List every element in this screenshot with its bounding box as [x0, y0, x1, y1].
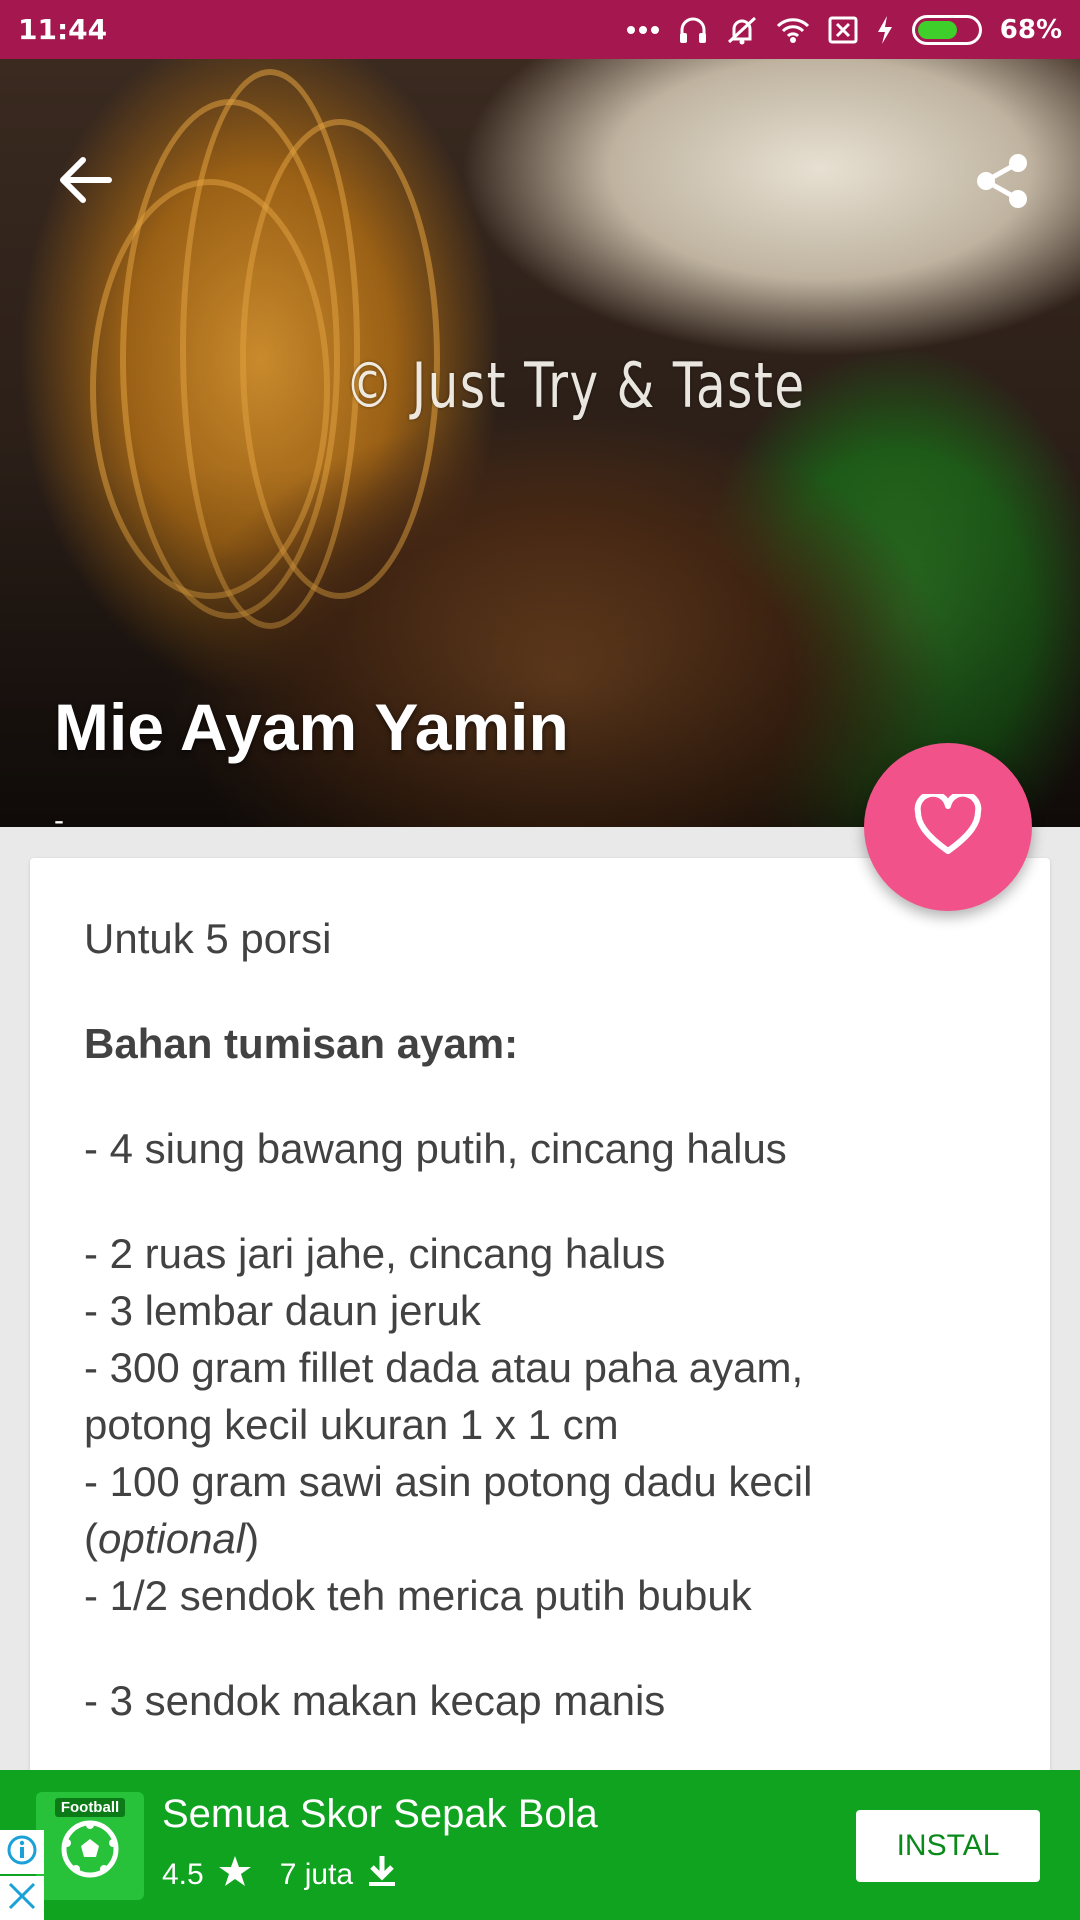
ingredient-item-continued: potong kecil ukuran 1 x 1 cm [84, 1401, 619, 1448]
ingredient-item: - 300 gram fillet dada atau paha ayam, [84, 1344, 804, 1391]
paren-close: ) [245, 1515, 260, 1562]
download-icon [367, 1854, 397, 1896]
no-sim-icon [828, 15, 858, 45]
headset-icon [678, 15, 708, 45]
ad-rating: 4.5 [162, 1858, 204, 1891]
ingredient-item: - 1/2 sendok teh merica putih bubuk [84, 1572, 752, 1619]
close-icon [7, 1881, 37, 1916]
servings-text: Untuk 5 porsi [84, 915, 332, 962]
heart-outline-icon [914, 790, 982, 861]
ad-downloads: 7 juta [279, 1858, 354, 1891]
soccer-ball-icon [58, 1817, 122, 1886]
battery-percent: 68% [999, 14, 1062, 45]
ad-install-button[interactable]: INSTAL [856, 1810, 1040, 1882]
status-icons: 68% [626, 14, 1062, 45]
back-button[interactable] [46, 143, 124, 221]
ad-title[interactable]: Semua Skor Sepak Bola [162, 1792, 598, 1837]
ingredient-item: - 2 ruas jari jahe, cincang halus [84, 1230, 666, 1277]
arrow-back-icon [57, 155, 113, 210]
ingredient-item: - 3 lembar daun jeruk [84, 1287, 481, 1334]
recipe-subtitle: - [54, 804, 64, 827]
share-button[interactable] [966, 147, 1038, 219]
recipe-hero-image: © Just Try & Taste Mie Ayam Yamin - [0, 59, 1080, 827]
recipe-title: Mie Ayam Yamin [54, 690, 569, 764]
ingredient-item-note: (optional) [84, 1510, 996, 1567]
favorite-button[interactable] [864, 743, 1032, 911]
recipe-content-card: Untuk 5 porsi Bahan tumisan ayam: - 4 si… [30, 858, 1050, 1920]
status-time: 11:44 [18, 13, 108, 46]
ingredient-item: - 3 sendok makan kecap manis [84, 1677, 666, 1724]
paren-open: ( [84, 1515, 98, 1562]
ingredient-list: - 2 ruas jari jahe, cincang halus - 3 le… [84, 1225, 996, 1624]
more-dots-icon [626, 25, 660, 35]
wifi-icon [776, 16, 810, 44]
ingredient-item: - 4 siung bawang putih, cincang halus [84, 1125, 787, 1172]
ingredient-item: - 100 gram sawi asin potong dadu kecil [84, 1458, 813, 1505]
battery-icon [911, 14, 982, 45]
ad-close-button[interactable] [0, 1876, 44, 1920]
ingredients-section-heading: Bahan tumisan ayam: [84, 1020, 519, 1067]
ad-info-button[interactable] [0, 1830, 44, 1874]
vibrate-off-icon [726, 15, 758, 45]
ad-meta: 4.5 7 juta [162, 1854, 397, 1896]
ad-app-icon[interactable]: Football [36, 1792, 144, 1900]
star-icon [218, 1855, 252, 1895]
battery-level-fill [917, 20, 957, 39]
charging-icon [876, 15, 894, 45]
ad-app-icon-label: Football [54, 1798, 126, 1817]
ad-banner[interactable]: Football Semua Skor Sepak Bola 4.5 7 jut… [0, 1770, 1080, 1920]
optional-note: optional [98, 1515, 246, 1562]
info-icon [6, 1834, 38, 1871]
share-icon [972, 151, 1032, 216]
image-watermark: © Just Try & Taste [345, 349, 806, 422]
status-bar: 11:44 68% [0, 0, 1080, 59]
